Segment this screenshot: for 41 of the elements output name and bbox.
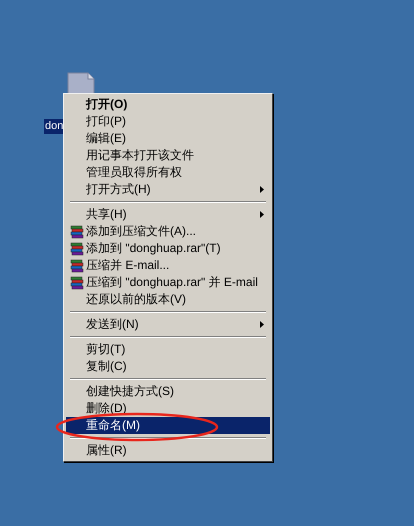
menu-item[interactable]: 打开(O) bbox=[66, 96, 270, 113]
menu-item-label: 属性(R) bbox=[86, 442, 128, 459]
menu-item[interactable]: 编辑(E) bbox=[66, 130, 270, 147]
menu-item-label: 打开(O) bbox=[86, 96, 128, 113]
menu-item[interactable]: 打开方式(H) bbox=[66, 181, 270, 198]
menu-item[interactable]: 发送到(N) bbox=[66, 316, 270, 333]
books-icon bbox=[70, 258, 84, 272]
menu-item[interactable]: 管理员取得所有权 bbox=[66, 164, 270, 181]
books-icon bbox=[70, 276, 84, 290]
menu-item-label: 创建快捷方式(S) bbox=[86, 383, 175, 400]
menu-item[interactable]: 压缩到 "donghuap.rar" 并 E-mail bbox=[66, 274, 270, 291]
menu-item-label: 添加到 "donghuap.rar"(T) bbox=[86, 240, 222, 257]
menu-item-label: 压缩并 E-mail... bbox=[86, 257, 170, 274]
menu-item-label: 剪切(T) bbox=[86, 341, 126, 358]
menu-item[interactable]: 用记事本打开该文件 bbox=[66, 147, 270, 164]
menu-item[interactable]: 添加到 "donghuap.rar"(T) bbox=[66, 240, 270, 257]
menu-item[interactable]: 剪切(T) bbox=[66, 341, 270, 358]
menu-item-label: 打开方式(H) bbox=[86, 181, 152, 198]
menu-item-label: 编辑(E) bbox=[86, 130, 127, 147]
menu-item[interactable]: 复制(C) bbox=[66, 358, 270, 375]
menu-item-label: 用记事本打开该文件 bbox=[86, 147, 195, 164]
menu-item-label: 还原以前的版本(V) bbox=[86, 291, 187, 308]
menu-item[interactable]: 还原以前的版本(V) bbox=[66, 291, 270, 308]
menu-item-label: 添加到压缩文件(A)... bbox=[86, 223, 197, 240]
menu-item[interactable]: 属性(R) bbox=[66, 442, 270, 459]
books-icon bbox=[70, 224, 84, 238]
menu-item-label: 发送到(N) bbox=[86, 316, 140, 333]
books-icon bbox=[70, 242, 84, 256]
menu-item[interactable]: 共享(H) bbox=[66, 206, 270, 223]
menu-item[interactable]: 创建快捷方式(S) bbox=[66, 383, 270, 400]
menu-item[interactable]: 打印(P) bbox=[66, 113, 270, 130]
menu-item[interactable]: 压缩并 E-mail... bbox=[66, 257, 270, 274]
menu-item[interactable]: 重命名(M) bbox=[66, 417, 270, 434]
menu-item-label: 管理员取得所有权 bbox=[86, 164, 183, 181]
menu-item[interactable]: 添加到压缩文件(A)... bbox=[66, 223, 270, 240]
menu-item-label: 压缩到 "donghuap.rar" 并 E-mail bbox=[86, 274, 259, 291]
menu-item-label: 复制(C) bbox=[86, 358, 128, 375]
menu-item-label: 打印(P) bbox=[86, 113, 127, 130]
menu-item-label: 重命名(M) bbox=[86, 417, 141, 434]
menu-item-label: 共享(H) bbox=[86, 206, 128, 223]
file-name-label[interactable]: don bbox=[44, 119, 64, 134]
